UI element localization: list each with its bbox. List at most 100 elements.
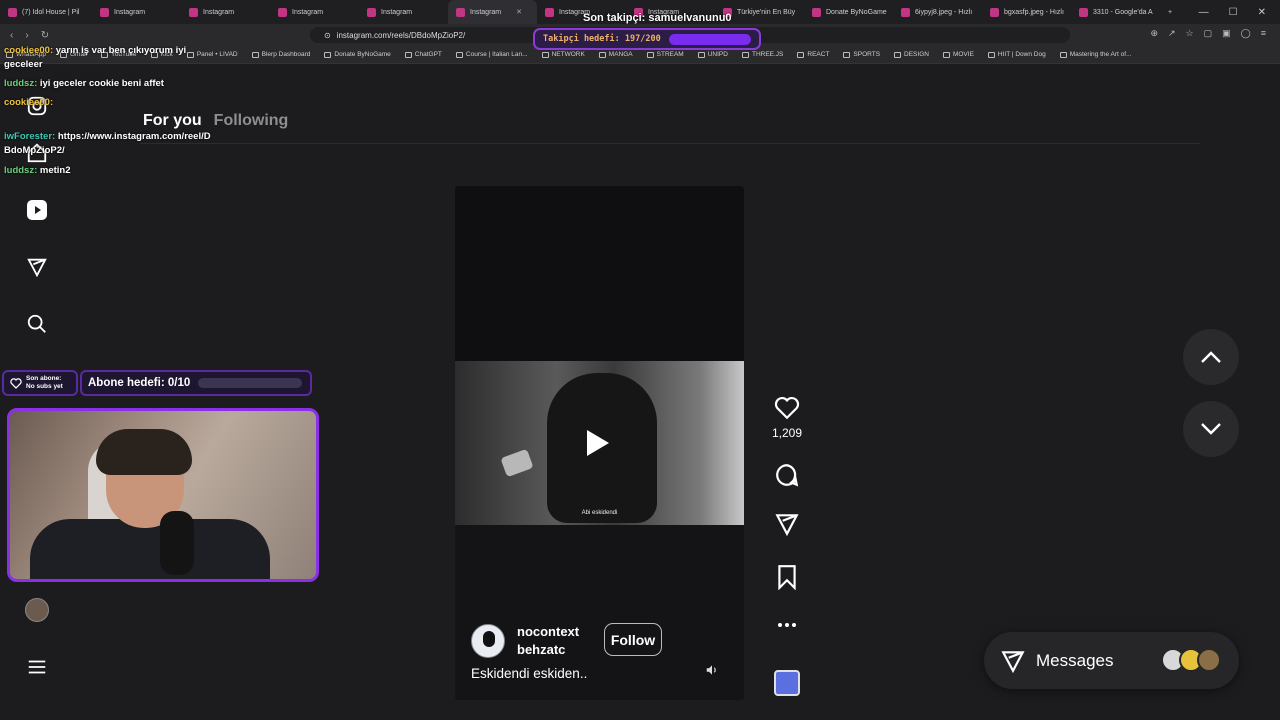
forward-icon[interactable]: › (25, 30, 28, 41)
chat-username: cookiee00: (4, 97, 54, 108)
sub-goal-overlay: Abone hedefi: 0/10 (80, 370, 312, 396)
bookmark-item[interactable]: SPORTS (843, 51, 880, 58)
close-tab-icon[interactable]: ✕ (516, 8, 522, 16)
new-tab-button[interactable]: + (1160, 0, 1180, 24)
webcam-overlay (7, 408, 319, 582)
chat-username: iwForester: (4, 131, 56, 142)
browser-tab[interactable]: Instagram (270, 0, 359, 24)
video-subtitle: Abi eskidendi (581, 510, 618, 516)
bookmark-label: HIIT | Down Dog (997, 51, 1046, 58)
bookmark-item[interactable]: Donate ByNoGame (324, 51, 391, 58)
reel-player[interactable]: Abi eskidendi nocontext behzatc Follow E… (455, 186, 744, 700)
bookmark-item[interactable]: Panel • LIVAD (186, 51, 238, 58)
follow-button[interactable]: Follow (604, 623, 662, 656)
tab-label: Türkiye'nin En Büy (737, 8, 796, 16)
browser-tab[interactable]: (7) Idol House | Pil (0, 0, 92, 24)
profile-avatar[interactable] (24, 597, 50, 623)
bookmark-item[interactable]: ChatGPT (404, 51, 442, 58)
tab-favicon-icon (278, 7, 287, 17)
tab-favicon-icon (8, 7, 17, 17)
messages-button[interactable]: Messages (984, 632, 1239, 689)
bookmark-label: NETWORK (551, 51, 585, 58)
browser-tab[interactable]: Instagram (181, 0, 270, 24)
menu-icon[interactable] (24, 654, 50, 680)
share-page-icon[interactable]: ↗ (1168, 28, 1176, 39)
back-icon[interactable]: ‹ (10, 30, 13, 41)
bookmark-item[interactable]: MANGA (598, 51, 633, 58)
bookmark-label: Mastering the Art of... (1069, 51, 1132, 58)
tab-label: bgxasfp.jpeg - Hızlı (1004, 8, 1064, 16)
browser-tab[interactable]: 6iypyj8.jpeg - Hızlı (893, 0, 982, 24)
browser-tab[interactable]: 3310 - Google'da A (1071, 0, 1160, 24)
bookmark-folder-icon (894, 51, 902, 58)
bookmark-item[interactable]: DESIGN (894, 51, 929, 58)
more-icon[interactable] (770, 621, 804, 629)
messages-label: Messages (1036, 650, 1114, 670)
reel-description[interactable]: Eskidendi eskiden.. (471, 666, 587, 681)
profile-icon[interactable]: ◯ (1241, 28, 1251, 39)
reel-author[interactable]: nocontext behzatc (471, 623, 579, 659)
browser-tab[interactable]: Instagram ✕ (448, 0, 537, 24)
search-icon[interactable] (24, 311, 50, 337)
next-reel-button[interactable] (1183, 401, 1239, 457)
browser-tab[interactable]: Donate ByNoGame (804, 0, 893, 24)
chat-username: luddsz: (4, 165, 38, 176)
reels-icon[interactable] (24, 197, 50, 223)
sidebar-toggle-icon[interactable]: ▢ (1204, 28, 1213, 39)
bookmark-item[interactable]: MOVIE (942, 51, 974, 58)
previous-reel-button[interactable] (1183, 329, 1239, 385)
bookmark-item[interactable]: REACT (797, 51, 829, 58)
share-icon[interactable] (770, 511, 804, 537)
site-info-icon[interactable]: ⊙ (324, 31, 331, 40)
bookmark-item[interactable]: NETWORK (541, 51, 585, 58)
browser-tab[interactable]: Instagram (359, 0, 448, 24)
tab-for-you[interactable]: For you (143, 112, 202, 130)
bookmark-icon[interactable] (770, 564, 804, 590)
bookmark-item[interactable]: Blerp Dashboard (251, 51, 310, 58)
audio-thumbnail[interactable] (774, 670, 800, 696)
author-name-line2[interactable]: behzatc (517, 641, 579, 659)
tab-favicon-icon (545, 7, 554, 17)
browser-tab[interactable]: bgxasfp.jpeg - Hızlı (982, 0, 1071, 24)
sub-goal-bar (198, 378, 303, 388)
minimize-icon[interactable]: — (1199, 7, 1209, 18)
author-name-line1[interactable]: nocontext (517, 623, 579, 641)
browser-menu-icon[interactable]: ≡ (1261, 28, 1266, 39)
browser-tab[interactable]: Instagram (92, 0, 181, 24)
bookmark-star-icon[interactable]: ☆ (1186, 28, 1194, 39)
chat-text: BdoMpZioP2/ (4, 145, 65, 156)
bookmark-label: SPORTS (853, 51, 881, 58)
maximize-icon[interactable]: ☐ (1229, 7, 1238, 18)
bookmark-folder-icon (455, 51, 463, 58)
bookmark-item[interactable]: Course | Italian Lan... (455, 51, 528, 58)
follower-goal-overlay: Takipçi hedefi: 197/200 (533, 28, 761, 50)
tab-following[interactable]: Following (214, 112, 289, 130)
bookmark-item[interactable]: STREAM (646, 51, 684, 58)
comment-icon[interactable] (770, 462, 804, 488)
reel-video-frame[interactable]: Abi eskidendi (455, 361, 744, 525)
explore-icon[interactable] (24, 254, 50, 280)
bookmark-folder-icon (697, 51, 705, 58)
zoom-icon[interactable]: ⊕ (1150, 28, 1158, 39)
volume-icon[interactable] (705, 663, 719, 677)
url-text: instagram.com/reels/DBdoMpZioP2/ (336, 30, 466, 40)
reload-icon[interactable]: ↻ (41, 30, 49, 41)
bookmark-item[interactable]: Mastering the Art of... (1059, 51, 1132, 58)
heart-icon[interactable] (774, 396, 800, 420)
bookmark-folder-icon (186, 51, 194, 58)
tab-favicon-icon (990, 7, 999, 17)
bookmark-item[interactable]: THREE.JS (741, 51, 783, 58)
tab-favicon-icon (367, 7, 376, 17)
play-icon[interactable] (587, 430, 609, 456)
close-window-icon[interactable]: ✕ (1258, 7, 1266, 18)
chat-message: geceleer (4, 58, 43, 71)
bookmark-item[interactable]: UNIPD (697, 51, 728, 58)
bookmark-item[interactable]: HIIT | Down Dog (987, 51, 1046, 58)
feed-divider (140, 143, 1200, 144)
bookmark-label: STREAM (656, 51, 684, 58)
author-avatar[interactable] (471, 624, 505, 658)
chat-message: iwForester: https://www.instagram.com/re… (4, 130, 211, 143)
chat-username: cookiee00: (4, 45, 54, 56)
last-sub-box: Son abone: No subs yet (2, 370, 78, 396)
wallet-icon[interactable]: ▣ (1222, 28, 1231, 39)
